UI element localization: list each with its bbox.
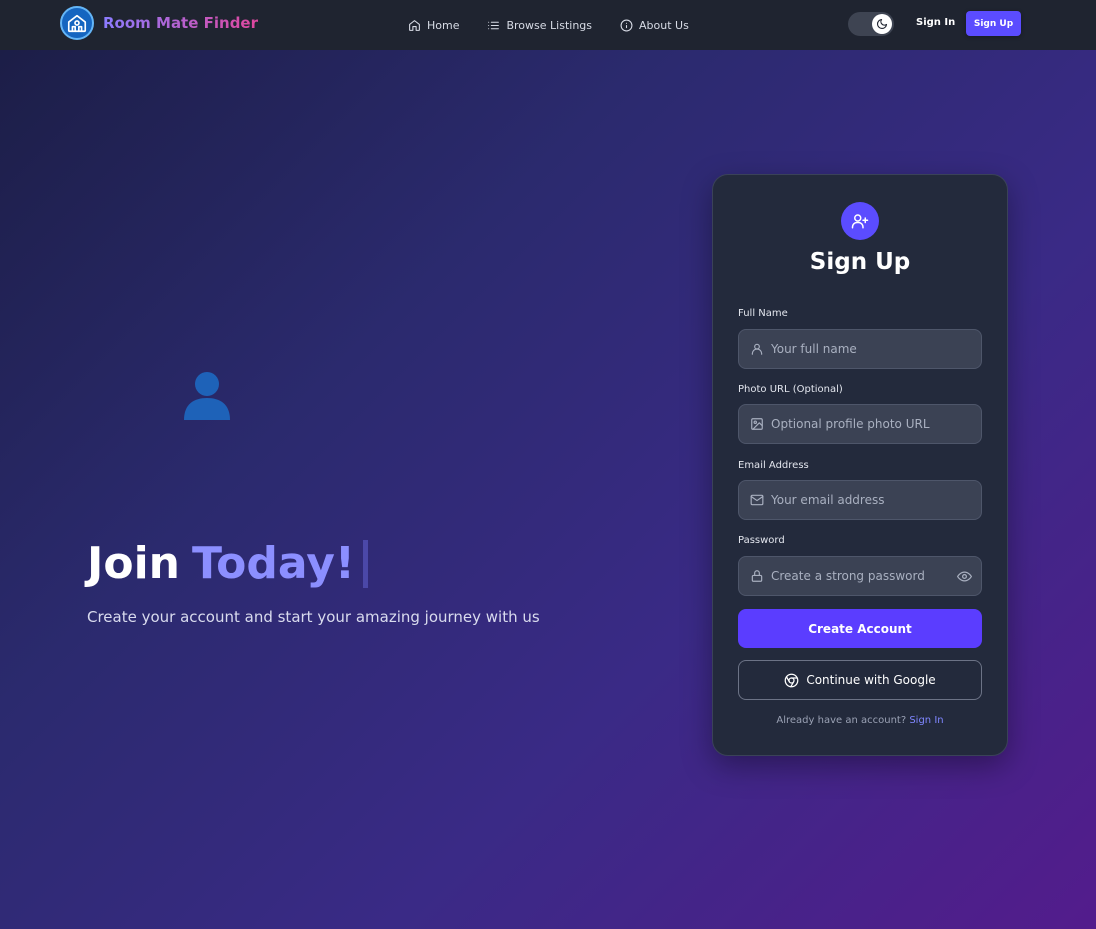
brand-name: Room Mate Finder xyxy=(103,14,259,32)
email-field[interactable] xyxy=(738,480,982,520)
info-icon xyxy=(620,19,633,31)
nav-link-label: About Us xyxy=(639,18,689,32)
create-account-button[interactable]: Create Account xyxy=(738,609,982,648)
full-name-field[interactable] xyxy=(738,329,982,369)
photo-url-input[interactable] xyxy=(771,405,951,443)
nav-signin-link[interactable]: Sign In xyxy=(916,17,955,28)
hero-title-join: Join xyxy=(87,538,181,589)
password-input[interactable] xyxy=(771,557,951,595)
image-icon xyxy=(751,418,763,430)
already-account-text: Already have an account? Sign In xyxy=(713,715,1007,726)
chrome-icon xyxy=(784,673,799,687)
password-label: Password xyxy=(738,535,785,546)
already-account-label: Already have an account? xyxy=(776,715,907,726)
navbar: Room Mate Finder Home Browse Listings Ab… xyxy=(0,0,1096,50)
form-title: Sign Up xyxy=(809,249,911,275)
house-logo-icon xyxy=(60,6,94,40)
google-signin-button[interactable]: Continue with Google xyxy=(738,660,982,700)
full-name-label: Full Name xyxy=(738,308,788,319)
home-icon xyxy=(409,19,420,31)
full-name-input[interactable] xyxy=(771,330,951,368)
hero-subtitle: Create your account and start your amazi… xyxy=(87,608,540,626)
mail-icon xyxy=(750,494,764,506)
user-icon xyxy=(751,343,763,355)
theme-toggle[interactable] xyxy=(848,12,894,36)
nav-link-browse-listings[interactable]: Browse Listings xyxy=(487,19,592,32)
email-input[interactable] xyxy=(771,481,951,519)
list-icon xyxy=(488,21,500,29)
hero-title-today: Today! xyxy=(192,538,355,589)
google-button-label: Continue with Google xyxy=(806,673,936,687)
photo-url-label: Photo URL (Optional) xyxy=(738,384,843,395)
lock-icon xyxy=(751,570,763,582)
nav-links: Home Browse Listings About Us xyxy=(408,0,689,50)
nav-link-label: Home xyxy=(427,18,460,32)
eye-icon[interactable] xyxy=(957,569,972,584)
email-label: Email Address xyxy=(738,460,809,471)
user-avatar-icon xyxy=(178,366,236,424)
user-plus-icon xyxy=(841,202,879,240)
moon-icon xyxy=(872,14,892,34)
signin-link[interactable]: Sign In xyxy=(909,715,943,726)
signup-card: Sign Up Full Name Photo URL (Optional) E… xyxy=(712,174,1008,756)
nav-link-label: Browse Listings xyxy=(506,18,593,32)
typing-caret xyxy=(363,540,368,588)
nav-link-about-us[interactable]: About Us xyxy=(620,19,689,32)
nav-link-home[interactable]: Home xyxy=(408,19,459,32)
photo-url-field[interactable] xyxy=(738,404,982,444)
hero-title: Join Today! xyxy=(87,536,368,592)
password-field[interactable] xyxy=(738,556,982,596)
brand[interactable]: Room Mate Finder xyxy=(60,6,258,40)
nav-signup-button[interactable]: Sign Up xyxy=(966,11,1021,36)
